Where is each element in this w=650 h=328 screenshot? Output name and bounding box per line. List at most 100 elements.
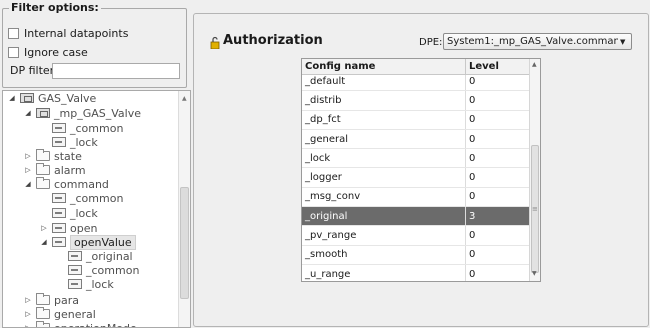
- dropdown-arrow-icon[interactable]: ▼: [620, 38, 625, 46]
- tree-node-label[interactable]: _common: [70, 122, 123, 135]
- level-cell[interactable]: 0: [466, 187, 530, 207]
- datapoint-tree[interactable]: ◢ GAS_Valve ◢ _mp_GAS_Valve _common _lock ▷ sta…: [2, 90, 191, 328]
- level-cell[interactable]: 0: [466, 245, 530, 264]
- checkbox-box[interactable]: [8, 27, 19, 39]
- element-icon: [68, 251, 82, 261]
- tree-node[interactable]: ◢ command: [23, 177, 109, 191]
- config-name-cell[interactable]: _lock: [302, 149, 466, 168]
- tree-node-label[interactable]: _common: [86, 264, 139, 277]
- expand-arrow-icon[interactable]: ▷: [39, 224, 49, 232]
- tree-scroll-thumb[interactable]: [180, 187, 189, 299]
- config-name-cell[interactable]: _original: [302, 207, 466, 226]
- tree-node-label[interactable]: _lock: [86, 278, 114, 291]
- tree-node-label[interactable]: command: [54, 178, 109, 191]
- level-cell[interactable]: 0: [466, 91, 530, 110]
- tree-scrollbar[interactable]: ▲: [178, 91, 190, 327]
- level-cell[interactable]: 0: [466, 226, 530, 245]
- tree-node[interactable]: ▷ general: [23, 307, 96, 321]
- dpe-select-value: System1:_mp_GAS_Valve.command.openValue: [447, 36, 618, 47]
- table-row[interactable]: _lock 0: [302, 149, 530, 169]
- tree-node-label[interactable]: operationMode: [54, 322, 137, 328]
- header-config-name[interactable]: Config name: [302, 59, 466, 74]
- level-cell[interactable]: 0: [466, 149, 530, 168]
- folder-icon: [36, 293, 50, 305]
- table-row[interactable]: _distrib 0: [302, 91, 530, 111]
- collapse-arrow-icon[interactable]: ◢: [23, 109, 33, 117]
- tree-node[interactable]: _lock: [39, 135, 98, 149]
- tree-node-label[interactable]: _lock: [70, 207, 98, 220]
- table-row[interactable]: _pv_range 0: [302, 226, 530, 246]
- scroll-down-icon[interactable]: ▼: [532, 270, 537, 277]
- table-row[interactable]: _general 0: [302, 129, 530, 150]
- table-row[interactable]: _u_range 0: [302, 264, 530, 281]
- config-name-cell[interactable]: _distrib: [302, 91, 466, 110]
- table-row[interactable]: _original 3: [302, 207, 530, 227]
- level-cell[interactable]: 0: [466, 264, 530, 281]
- expand-arrow-icon[interactable]: ▷: [23, 310, 33, 318]
- tree-node-label[interactable]: GAS_Valve: [38, 92, 96, 105]
- internal-datapoints-checkbox[interactable]: Internal datapoints: [8, 26, 128, 40]
- expand-arrow-icon[interactable]: ▷: [23, 296, 33, 304]
- table-row[interactable]: _logger 0: [302, 168, 530, 188]
- table-row[interactable]: _msg_conv 0: [302, 187, 530, 208]
- tree-node[interactable]: ◢ GAS_Valve: [7, 91, 96, 105]
- tree-node-label[interactable]: _mp_GAS_Valve: [54, 107, 141, 120]
- scroll-up-icon[interactable]: ▲: [182, 95, 187, 102]
- dpe-select[interactable]: System1:_mp_GAS_Valve.command.openValue …: [443, 33, 632, 50]
- collapse-arrow-icon[interactable]: ◢: [7, 94, 17, 102]
- config-name-cell[interactable]: _msg_conv: [302, 187, 466, 207]
- tree-node-label[interactable]: alarm: [54, 164, 86, 177]
- level-cell[interactable]: 0: [466, 129, 530, 149]
- collapse-arrow-icon[interactable]: ◢: [23, 180, 33, 188]
- tree-node[interactable]: _common: [39, 121, 123, 135]
- expand-arrow-icon[interactable]: ▷: [23, 166, 33, 174]
- ignore-case-checkbox[interactable]: Ignore case: [8, 45, 88, 59]
- collapse-arrow-icon[interactable]: ◢: [39, 238, 49, 246]
- tree-node[interactable]: _lock: [39, 206, 98, 220]
- config-name-cell[interactable]: _logger: [302, 168, 466, 187]
- config-name-cell[interactable]: _smooth: [302, 245, 466, 264]
- element-icon: [52, 208, 66, 218]
- tree-node[interactable]: _lock: [55, 277, 114, 291]
- expand-arrow-icon[interactable]: ▷: [23, 152, 33, 160]
- tree-node[interactable]: ◢ _mp_GAS_Valve: [23, 106, 141, 120]
- element-icon: [52, 123, 66, 133]
- level-cell[interactable]: 3: [466, 207, 530, 226]
- table-row[interactable]: _dp_fct 0: [302, 110, 530, 130]
- level-cell[interactable]: 0: [466, 168, 530, 187]
- tree-node-label[interactable]: open: [70, 222, 97, 235]
- table-scrollbar[interactable]: ▲ ≡ ▼: [529, 59, 540, 281]
- config-name-cell[interactable]: _u_range: [302, 264, 466, 281]
- header-level[interactable]: Level: [466, 59, 530, 74]
- tree-node[interactable]: ▷ operationMode: [23, 321, 137, 328]
- tree-node-label[interactable]: para: [54, 294, 79, 307]
- tree-node-label[interactable]: openValue: [70, 234, 136, 250]
- tree-node[interactable]: ▷ open: [39, 221, 97, 235]
- scroll-up-icon[interactable]: ▲: [532, 61, 537, 68]
- tree-node-label[interactable]: state: [54, 150, 82, 163]
- filter-options-title: Filter options:: [9, 1, 101, 14]
- tree-node[interactable]: _original: [55, 249, 133, 263]
- element-icon: [52, 193, 66, 203]
- tree-node[interactable]: ▷ alarm: [23, 163, 86, 177]
- config-name-cell[interactable]: _pv_range: [302, 226, 466, 245]
- tree-node-label[interactable]: _original: [86, 250, 133, 263]
- tree-node-label[interactable]: general: [54, 308, 96, 321]
- tree-node[interactable]: ▷ para: [23, 293, 79, 307]
- tree-node[interactable]: _common: [55, 263, 139, 277]
- tree-node-label[interactable]: _lock: [70, 136, 98, 149]
- config-name-cell[interactable]: _dp_fct: [302, 110, 466, 129]
- tree-node[interactable]: ▷ state: [23, 149, 82, 163]
- expand-arrow-icon[interactable]: ▷: [23, 324, 33, 327]
- ignore-case-label: Ignore case: [24, 45, 88, 59]
- tree-node-label[interactable]: _common: [70, 192, 123, 205]
- tree-node[interactable]: ◢ openValue: [39, 234, 136, 250]
- table-row[interactable]: _smooth 0: [302, 245, 530, 265]
- config-name-cell[interactable]: _general: [302, 129, 466, 149]
- tree-node[interactable]: _common: [39, 191, 123, 205]
- folder-icon: [36, 177, 50, 189]
- dp-filter-input[interactable]: [52, 63, 180, 79]
- config-table[interactable]: _default 0 _distrib 0 _dp_fct 0 _general 0 _lock…: [301, 58, 541, 282]
- checkbox-box[interactable]: [8, 46, 19, 58]
- level-cell[interactable]: 0: [466, 110, 530, 129]
